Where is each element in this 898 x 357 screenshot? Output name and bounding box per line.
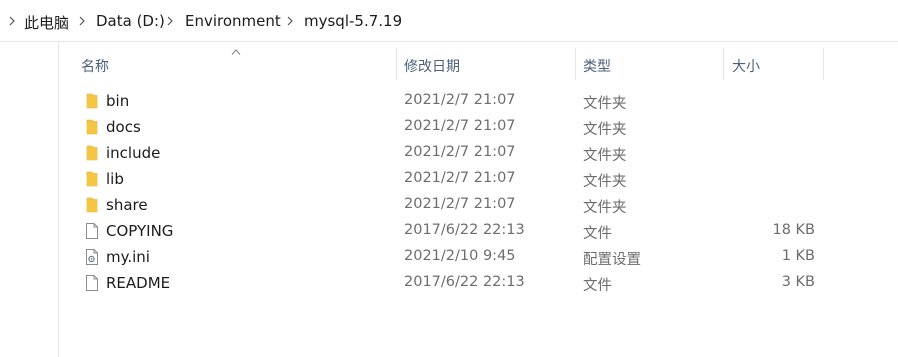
column-divider[interactable]	[823, 48, 824, 80]
folder-icon	[84, 144, 100, 162]
column-divider[interactable]	[396, 48, 397, 80]
file-name: share	[106, 196, 148, 214]
file-type: 文件	[583, 226, 612, 242]
breadcrumb-this-pc[interactable]: 此电脑	[24, 12, 69, 33]
file-name: README	[106, 274, 171, 292]
file-size: 1 KB	[781, 248, 815, 264]
sort-ascending-icon	[231, 44, 241, 55]
file-type: 文件	[583, 278, 612, 294]
file-name: COPYING	[106, 222, 174, 240]
file-type: 文件夹	[583, 174, 627, 190]
file-row[interactable]: lib 2021/2/7 21:07 文件夹	[78, 166, 828, 192]
folder-icon	[84, 118, 100, 136]
breadcrumb-environment[interactable]: Environment	[185, 12, 281, 30]
file-row[interactable]: bin 2021/2/7 21:07 文件夹	[78, 88, 828, 114]
file-row[interactable]: include 2021/2/7 21:07 文件夹	[78, 140, 828, 166]
file-icon	[84, 274, 100, 292]
file-size: 18 KB	[772, 222, 815, 238]
file-name: include	[106, 144, 161, 162]
folder-icon	[84, 170, 100, 188]
file-row[interactable]: README 2017/6/22 22:13 文件 3 KB	[78, 270, 828, 296]
folder-icon	[84, 196, 100, 214]
file-date-modified: 2021/2/7 21:07	[404, 144, 516, 160]
chevron-right-icon[interactable]	[284, 13, 298, 29]
file-date-modified: 2021/2/10 9:45	[404, 248, 516, 264]
file-row[interactable]: COPYING 2017/6/22 22:13 文件 18 KB	[78, 218, 828, 244]
column-header-size[interactable]: 大小	[732, 56, 760, 76]
file-date-modified: 2021/2/7 21:07	[404, 196, 516, 212]
file-row[interactable]: docs 2021/2/7 21:07 文件夹	[78, 114, 828, 140]
column-header-date-modified[interactable]: 修改日期	[404, 56, 460, 76]
column-divider[interactable]	[575, 48, 576, 80]
file-row[interactable]: my.ini 2021/2/10 9:45 配置设置 1 KB	[78, 244, 828, 270]
file-date-modified: 2021/2/7 21:07	[404, 118, 516, 134]
file-date-modified: 2021/2/7 21:07	[404, 170, 516, 186]
address-bar: 此电脑 Data (D:) Environment mysql-5.7.19	[0, 0, 898, 42]
navigation-pane-divider[interactable]	[58, 42, 59, 357]
file-row[interactable]: share 2021/2/7 21:07 文件夹	[78, 192, 828, 218]
settings-file-icon	[84, 248, 100, 266]
file-type: 文件夹	[583, 96, 627, 112]
file-type: 文件夹	[583, 200, 627, 216]
file-type: 文件夹	[583, 148, 627, 164]
chevron-right-icon[interactable]	[76, 13, 90, 29]
chevron-right-icon[interactable]	[6, 13, 20, 29]
breadcrumb-current-folder[interactable]: mysql-5.7.19	[304, 12, 402, 30]
file-date-modified: 2017/6/22 22:13	[404, 274, 525, 290]
column-header-type[interactable]: 类型	[583, 56, 611, 76]
file-date-modified: 2021/2/7 21:07	[404, 92, 516, 108]
file-icon	[84, 222, 100, 240]
file-name: bin	[106, 92, 130, 110]
folder-icon	[84, 92, 100, 110]
file-size: 3 KB	[781, 274, 815, 290]
chevron-right-icon[interactable]	[164, 13, 178, 29]
file-name: docs	[106, 118, 141, 136]
breadcrumb-drive[interactable]: Data (D:)	[96, 12, 165, 30]
column-header-name[interactable]: 名称	[81, 56, 109, 76]
file-date-modified: 2017/6/22 22:13	[404, 222, 525, 238]
file-type: 配置设置	[583, 252, 641, 268]
file-name: lib	[106, 170, 124, 188]
column-divider[interactable]	[723, 48, 724, 80]
file-name: my.ini	[106, 248, 150, 266]
file-type: 文件夹	[583, 122, 627, 138]
